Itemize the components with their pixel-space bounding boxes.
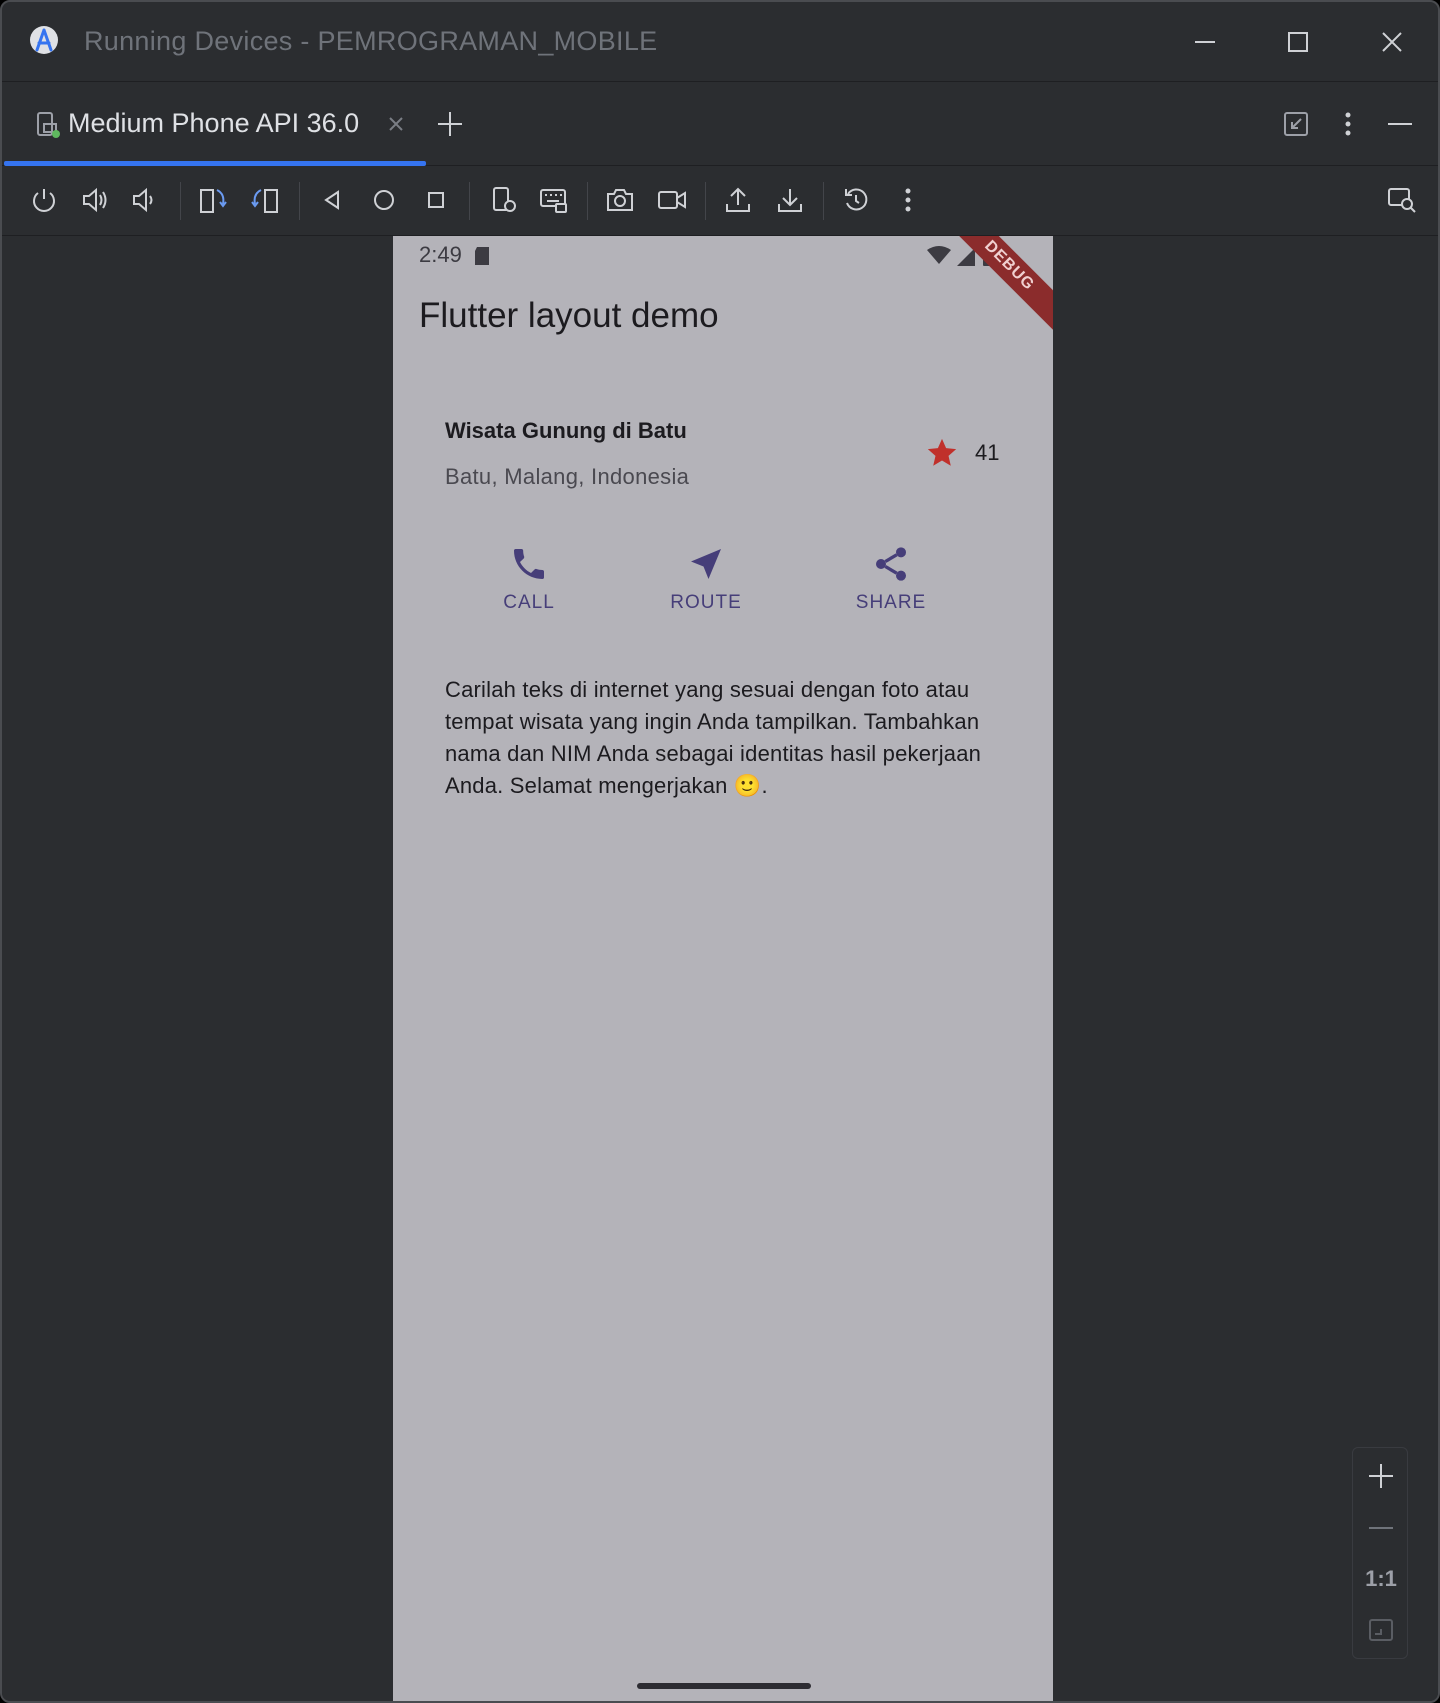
- options-menu-icon[interactable]: [1332, 108, 1364, 140]
- description-text: Carilah teks di internet yang sesuai den…: [445, 677, 982, 798]
- back-icon[interactable]: [316, 184, 348, 216]
- running-devices-window: Running Devices - PEMROGRAMAN_MOBILE Med…: [0, 0, 1440, 1703]
- toolbar-separator: [299, 182, 300, 220]
- zoom-out-icon[interactable]: [1365, 1512, 1397, 1544]
- navigation-icon: [691, 549, 721, 579]
- hide-panel-icon[interactable]: [1384, 108, 1416, 140]
- tab-label: Medium Phone API 36.0: [68, 108, 360, 138]
- rotate-right-icon[interactable]: [249, 184, 281, 216]
- place-subtitle: Batu, Malang, Indonesia: [445, 464, 690, 489]
- share-button[interactable]: SHARE: [826, 544, 956, 634]
- power-icon[interactable]: [28, 184, 60, 216]
- app-bar-title: Flutter layout demo: [419, 296, 719, 335]
- device-toolbar: [2, 166, 1438, 236]
- toolbar-separator: [823, 182, 824, 220]
- maximize-window-icon[interactable]: [1280, 24, 1316, 60]
- volume-up-icon[interactable]: [79, 184, 111, 216]
- keyboard-icon[interactable]: [538, 184, 570, 216]
- window-title: Running Devices - PEMROGRAMAN_MOBILE: [84, 26, 658, 56]
- wifi-icon: [927, 246, 951, 264]
- upload-icon[interactable]: [722, 184, 754, 216]
- gesture-home-bar[interactable]: [637, 1683, 811, 1689]
- route-label: ROUTE: [670, 592, 742, 613]
- share-label: SHARE: [855, 592, 927, 613]
- toolbar-separator: [705, 182, 706, 220]
- home-icon[interactable]: [368, 184, 400, 216]
- collapse-panel-icon[interactable]: [1280, 108, 1312, 140]
- toolbar-separator: [180, 182, 181, 220]
- zoom-actual-size-button[interactable]: 1:1: [1353, 1566, 1409, 1592]
- toolbar-separator: [587, 182, 588, 220]
- device-tab-bar: Medium Phone API 36.0: [2, 82, 1438, 166]
- inspect-icon[interactable]: [1386, 184, 1418, 216]
- call-label: CALL: [503, 592, 555, 613]
- zoom-controls: 1:1: [1352, 1447, 1408, 1659]
- close-tab-icon[interactable]: [384, 112, 408, 136]
- place-title: Wisata Gunung di Batu: [445, 418, 687, 443]
- title-bar: Running Devices - PEMROGRAMAN_MOBILE: [2, 2, 1438, 82]
- close-window-icon[interactable]: [1374, 24, 1410, 60]
- zoom-in-icon[interactable]: [1365, 1460, 1397, 1492]
- rotate-left-icon[interactable]: [197, 184, 229, 216]
- sd-card-icon: [475, 247, 489, 265]
- download-icon[interactable]: [774, 184, 806, 216]
- reset-icon[interactable]: [840, 184, 872, 216]
- signal-icon: [957, 248, 975, 266]
- screen-record-icon[interactable]: [656, 184, 688, 216]
- route-button[interactable]: ROUTE: [641, 544, 771, 634]
- minimize-window-icon[interactable]: [1187, 24, 1223, 60]
- add-device-tab-icon[interactable]: [434, 108, 466, 140]
- volume-down-icon[interactable]: [128, 184, 160, 216]
- share-icon: [876, 547, 906, 581]
- device-settings-icon[interactable]: [488, 184, 520, 216]
- star-count: 41: [975, 440, 1000, 465]
- android-studio-logo-icon: [30, 26, 58, 54]
- fit-screen-icon[interactable]: [1365, 1614, 1397, 1646]
- phone-screen[interactable]: 2:49 DEBUG Flutter layout demo Wisata Gu…: [393, 236, 1053, 1701]
- status-time: 2:49: [419, 242, 462, 267]
- more-icon[interactable]: [892, 184, 924, 216]
- toolbar-separator: [469, 182, 470, 220]
- screenshot-icon[interactable]: [604, 184, 636, 216]
- call-button[interactable]: CALL: [464, 544, 594, 634]
- overview-icon[interactable]: [420, 184, 452, 216]
- phone-icon: [514, 549, 544, 579]
- device-tab-icon: [37, 112, 60, 138]
- tab-medium-phone[interactable]: Medium Phone API 36.0: [2, 82, 426, 166]
- star-icon: [927, 438, 957, 466]
